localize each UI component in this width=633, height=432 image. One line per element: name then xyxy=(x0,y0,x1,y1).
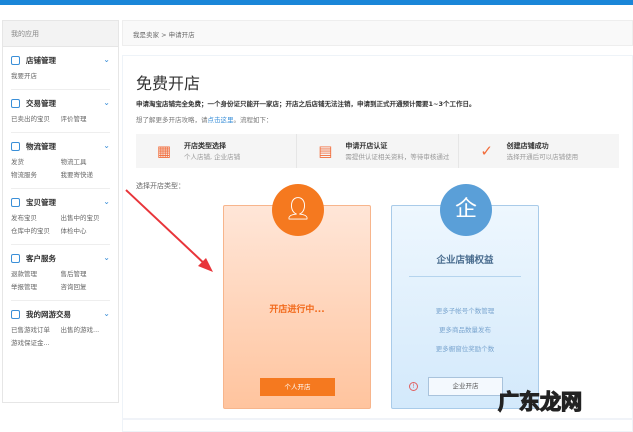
sidebar-link[interactable]: 发货 xyxy=(11,156,61,169)
divider xyxy=(122,418,633,420)
sidebar-header: 我的应用 xyxy=(3,21,118,47)
sidebar-link[interactable]: 出售的游戏... xyxy=(61,324,111,337)
sidebar-link[interactable]: 我要寄快递 xyxy=(61,169,111,182)
chevron-down-icon[interactable]: ⌄ xyxy=(103,309,110,318)
group-label: 物流管理 xyxy=(26,142,56,151)
sidebar-link[interactable]: 退款管理 xyxy=(11,268,61,281)
sidebar: 我的应用 店铺管理 ⌄ 我要开店交易管理 ⌄ 已卖出的宝贝 评价管理物流管理 ⌄ 发货 物流工具… xyxy=(2,20,119,403)
sidebar-link[interactable]: 已售游戏订单 xyxy=(11,324,61,337)
benefit-item: 更多商品数量发布 xyxy=(439,326,491,334)
chevron-down-icon[interactable]: ⌄ xyxy=(103,98,110,107)
enterprise-shop-card: 企 企业店铺权益 更多子帐号个数管理 更多商品数量发布 更多橱窗位奖励个数 ! … xyxy=(391,184,539,409)
chevron-down-icon[interactable]: ⌄ xyxy=(103,253,110,262)
step-certification: ▤ 申请开店认证需提供认证相关资料，等待审核通过 xyxy=(297,134,459,168)
user-service-icon xyxy=(11,254,20,263)
red-arrow-annotation xyxy=(125,189,213,272)
step-sub: 选择开通后可以店铺使用 xyxy=(506,153,579,161)
step-type-select: ▦ 开店类型选择个人店铺, 企业店铺 xyxy=(136,134,298,168)
sidebar-link[interactable]: 出售中的宝贝 xyxy=(61,212,111,225)
enterprise-title: 企业店铺权益 xyxy=(436,255,494,266)
sidebar-group-title[interactable]: 客户服务 xyxy=(11,253,110,264)
benefit-item: 更多橱窗位奖励个数 xyxy=(435,345,495,353)
group-label: 宝贝管理 xyxy=(26,198,56,207)
top-bar xyxy=(0,0,633,5)
chevron-down-icon[interactable]: ⌄ xyxy=(103,197,110,206)
enterprise-shop-button[interactable]: 企业开店 xyxy=(428,377,503,396)
step-sub: 个人店铺, 企业店铺 xyxy=(184,153,241,161)
sidebar-link[interactable]: 物流服务 xyxy=(11,169,61,182)
sidebar-group: 我的网游交易 ⌄ 已售游戏订单 出售的游戏... 游戏保证金... xyxy=(11,301,110,356)
sidebar-link[interactable]: 我要开店 xyxy=(11,70,61,83)
group-label: 客户服务 xyxy=(26,254,56,263)
sidebar-group-title[interactable]: 店铺管理 xyxy=(11,55,110,66)
sidebar-link[interactable]: 咨询回复 xyxy=(61,281,111,294)
sidebar-link[interactable]: 仓库中的宝贝 xyxy=(11,225,61,238)
divider xyxy=(409,276,521,277)
click-here-link[interactable]: 点击这里 xyxy=(208,116,234,124)
sidebar-link[interactable]: 体检中心 xyxy=(61,225,111,238)
info-icon[interactable]: ! xyxy=(409,382,418,391)
shirt-icon xyxy=(11,198,20,207)
sidebar-group: 物流管理 ⌄ 发货 物流工具 物流服务 我要寄快递 xyxy=(11,133,110,189)
group-label: 我的网游交易 xyxy=(26,310,71,319)
chevron-down-icon[interactable]: ⌄ xyxy=(103,55,110,64)
breadcrumb-root[interactable]: 我是卖家 xyxy=(133,31,159,39)
sidebar-link[interactable]: 评价管理 xyxy=(61,113,111,126)
status-text: 开店进行中... xyxy=(269,305,325,315)
grid-icon: ▦ xyxy=(156,142,172,160)
step-title: 开店类型选择 xyxy=(184,142,226,150)
guide-suffix: 。流程如下： xyxy=(233,116,273,124)
process-steps: ▦ 开店类型选择个人店铺, 企业店铺 ▤ 申请开店认证需提供认证相关资料，等待审核通… xyxy=(136,134,619,168)
sidebar-group-title[interactable]: 物流管理 xyxy=(11,141,110,152)
guide-prefix: 想了解更多开店攻略，请 xyxy=(136,116,208,124)
page-title: 免费开店 xyxy=(136,74,201,93)
personal-shop-button[interactable]: 个人开店 xyxy=(260,378,335,396)
group-label: 交易管理 xyxy=(26,99,56,108)
sidebar-group: 客户服务 ⌄ 退款管理 售后管理 举报管理 咨询回复 xyxy=(11,245,110,301)
shop-icon xyxy=(11,56,20,65)
gamepad-icon xyxy=(11,310,20,319)
check-circle-icon: ✓ xyxy=(480,142,493,160)
document-icon: ▤ xyxy=(318,142,333,160)
sidebar-group: 宝贝管理 ⌄ 发布宝贝 出售中的宝贝 仓库中的宝贝 体检中心 xyxy=(11,189,110,245)
truck-icon xyxy=(11,142,20,151)
sidebar-link[interactable]: 游戏保证金... xyxy=(11,337,61,350)
sidebar-link[interactable]: 物流工具 xyxy=(61,156,111,169)
group-label: 店铺管理 xyxy=(26,56,56,65)
personal-shop-card: 👤︎ 开店进行中... 个人开店 xyxy=(223,184,371,409)
breadcrumb-separator: > xyxy=(161,31,167,39)
sidebar-group: 店铺管理 ⌄ 我要开店 xyxy=(11,47,110,90)
guide-text: 想了解更多开店攻略，请点击这里。流程如下： xyxy=(136,114,619,124)
step-title: 创建店铺成功 xyxy=(506,142,549,150)
sidebar-link[interactable]: 售后管理 xyxy=(61,268,111,281)
sidebar-link[interactable]: 举报管理 xyxy=(11,281,61,294)
sidebar-link[interactable]: 发布宝贝 xyxy=(11,212,61,225)
chevron-down-icon[interactable]: ⌄ xyxy=(103,141,110,150)
step-title: 申请开店认证 xyxy=(345,142,388,150)
description: 申请淘宝店铺完全免费；一个身份证只能开一家店；开店之后店铺无法注销，申请到正式开… xyxy=(136,100,476,108)
sidebar-group: 交易管理 ⌄ 已卖出的宝贝 评价管理 xyxy=(11,90,110,133)
trade-icon xyxy=(11,99,20,108)
step-success: ✓ 创建店铺成功选择开通后可以店铺使用 xyxy=(459,134,619,168)
benefit-item: 更多子帐号个数管理 xyxy=(435,307,495,315)
step-sub: 需提供认证相关资料，等待审核通过 xyxy=(345,153,450,161)
breadcrumb-current: 申请开店 xyxy=(168,31,195,39)
person-icon: 👤︎ xyxy=(272,184,324,236)
enterprise-icon: 企 xyxy=(440,184,492,236)
sidebar-group-title[interactable]: 交易管理 xyxy=(11,98,110,109)
watermark: 广东龙网 xyxy=(497,389,582,414)
sidebar-group-title[interactable]: 我的网游交易 xyxy=(11,309,110,320)
sidebar-group-title[interactable]: 宝贝管理 xyxy=(11,197,110,208)
benefit-list: 更多子帐号个数管理 更多商品数量发布 更多橱窗位奖励个数 xyxy=(392,302,538,359)
sidebar-link[interactable]: 已卖出的宝贝 xyxy=(11,113,61,126)
breadcrumb: 我是卖家 > 申请开店 xyxy=(122,20,633,46)
